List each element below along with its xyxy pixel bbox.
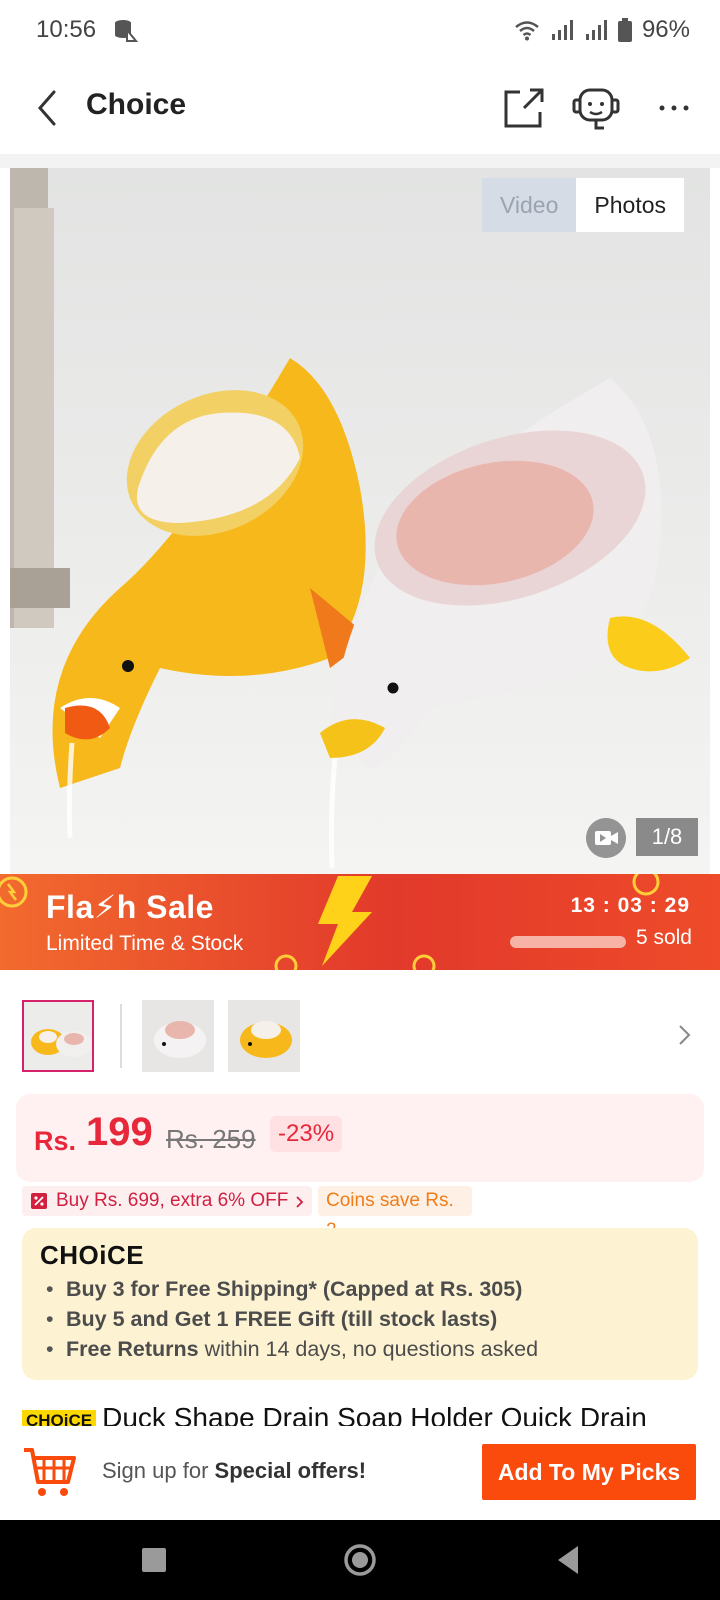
thumbnail-image [228, 1000, 300, 1072]
wifi-icon [515, 21, 539, 41]
system-navigation-bar [0, 1520, 720, 1600]
benefit-item: Buy 5 and Get 1 FREE Gift (till stock la… [46, 1304, 538, 1334]
price-amount: 199 [86, 1110, 153, 1154]
benefit-item: Buy 3 for Free Shipping* (Capped at Rs. … [46, 1274, 538, 1304]
signal-icon [551, 20, 573, 40]
divider [0, 154, 720, 168]
choice-logo: CHOiCE [40, 1240, 145, 1270]
thumbnail[interactable] [228, 1000, 300, 1072]
bundle-discount-text: Buy Rs. 699, extra 6% OFF [56, 1190, 289, 1211]
cart-icon[interactable] [22, 1444, 78, 1500]
benefit-item: Free Returns within 14 days, no question… [46, 1334, 538, 1364]
thumbnail-image [142, 1000, 214, 1072]
back-arrow-icon[interactable] [30, 86, 70, 130]
choice-tag: CHOiCE [22, 1410, 97, 1426]
customer-service-icon[interactable] [570, 82, 622, 134]
flash-sale-banner[interactable]: Fla⚡h Sale Limited Time & Stock 13 : 03 … [0, 874, 720, 970]
thumbnail[interactable] [142, 1000, 214, 1072]
add-to-picks-button[interactable]: Add To My Picks [482, 1444, 696, 1500]
product-photo [10, 168, 710, 874]
chevron-right-icon[interactable] [676, 1020, 694, 1050]
status-bar: 10:56 96% [0, 0, 720, 62]
home-icon[interactable] [338, 1538, 382, 1582]
tab-photos[interactable]: Photos [576, 178, 684, 232]
back-icon[interactable] [548, 1538, 592, 1582]
product-title: Duck Shape Drain Soap Holder Quick Drain [102, 1402, 647, 1426]
discount-badge: -23% [270, 1116, 343, 1152]
thumbnail-divider [120, 1004, 122, 1068]
chevron-right-icon [296, 1196, 304, 1208]
recents-icon[interactable] [132, 1538, 176, 1582]
tab-video[interactable]: Video [481, 178, 577, 232]
status-time: 10:56 [36, 16, 97, 43]
signal-icon [585, 20, 607, 40]
coupon-icon [31, 1193, 47, 1209]
thumbnail-image [24, 1002, 92, 1070]
bottom-action-bar: Sign up for Special offers! Add To My Pi… [0, 1426, 720, 1520]
image-counter: 1/8 [636, 818, 698, 856]
price-currency: Rs. [34, 1126, 77, 1156]
page-title: Choice [86, 88, 187, 121]
battery-icon [617, 18, 632, 42]
sold-count: 5 sold [635, 926, 692, 949]
thumbnail[interactable] [22, 1000, 94, 1072]
countdown-timer: 13 : 03 : 29 [570, 894, 690, 917]
more-options-icon[interactable] [648, 82, 700, 134]
bundle-discount-chip[interactable]: Buy Rs. 699, extra 6% OFF [22, 1186, 312, 1216]
data-saver-icon [115, 20, 138, 42]
price-card: Rs. 199 Rs. 259 -23% [16, 1094, 704, 1182]
sold-progress-bar [510, 936, 626, 948]
flash-sale-subtitle: Limited Time & Stock [46, 932, 244, 955]
top-app-bar: Choice [0, 62, 720, 154]
battery-level: 96% [641, 16, 690, 43]
coins-chip[interactable]: Coins save Rs. 2 [318, 1186, 472, 1241]
signup-offer-text[interactable]: Sign up for Special offers! [102, 1458, 366, 1484]
original-price: Rs. 259 [166, 1124, 256, 1154]
thumbnail-strip [0, 984, 720, 1076]
flash-sale-title: Fla⚡h Sale [46, 889, 214, 925]
video-camera-icon[interactable] [586, 818, 626, 858]
media-type-tabs: Video Photos [481, 178, 684, 232]
status-icons: 96% [514, 16, 690, 44]
choice-benefits-card[interactable]: CHOiCE Buy 3 for Free Shipping* (Capped … [22, 1228, 698, 1380]
benefits-list: Buy 3 for Free Shipping* (Capped at Rs. … [46, 1274, 538, 1364]
share-icon[interactable] [498, 82, 550, 134]
product-image-gallery[interactable]: Video Photos 1/8 [10, 168, 710, 874]
product-title-row: CHOiCE Duck Shape Drain Soap Holder Quick… [22, 1400, 702, 1426]
